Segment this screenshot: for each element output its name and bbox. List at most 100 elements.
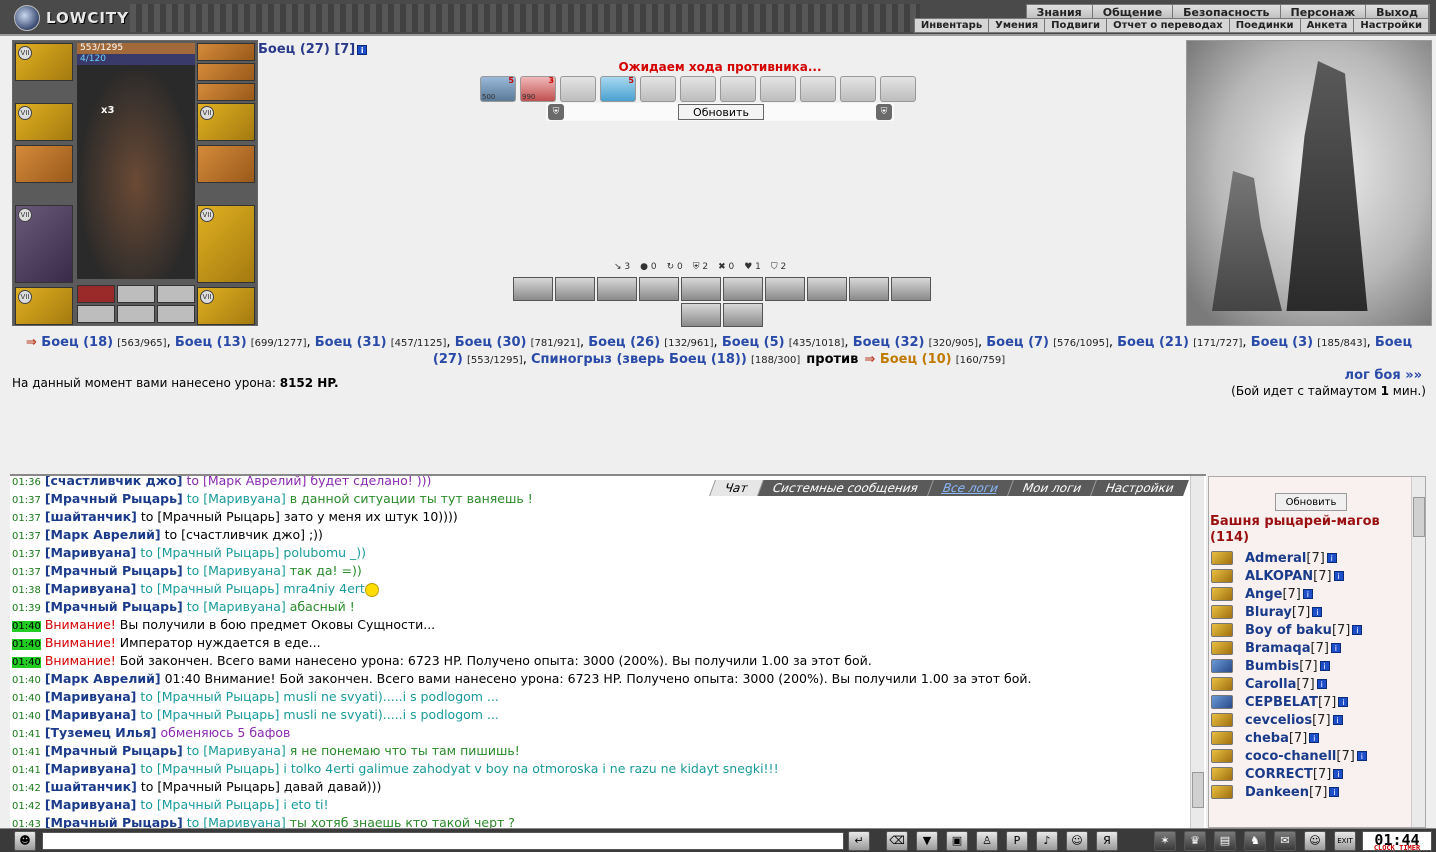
weapon-slot[interactable] [15, 145, 73, 183]
chat-sender[interactable]: [счастливчик джо] [45, 476, 183, 488]
chat-recipient[interactable]: to [Мрачный Рыцарь] [140, 689, 279, 704]
chat-time[interactable]: 01:36 [12, 477, 41, 488]
action-button[interactable] [891, 277, 931, 301]
fighter-name[interactable]: Боец (10) [880, 352, 952, 367]
chat-recipient[interactable]: to [Мрачный Рыцарь] [140, 761, 279, 776]
private-icon[interactable]: P [1006, 831, 1028, 851]
user-item[interactable]: Boy of baku [7] i [1211, 621, 1411, 639]
user-item[interactable]: cheba [7] i [1211, 729, 1411, 747]
info-icon[interactable]: i [1352, 625, 1363, 635]
skill-scroll[interactable] [800, 76, 836, 102]
helmet-slot[interactable]: VII [15, 43, 73, 81]
empty-slot[interactable] [117, 305, 155, 323]
chat-time[interactable]: 01:41 [12, 729, 41, 740]
chat-recipient[interactable]: to [Маривуана] [187, 599, 286, 614]
empty-slot[interactable] [117, 285, 155, 303]
action-button[interactable] [723, 303, 763, 327]
chat-time[interactable]: 01:39 [12, 603, 41, 614]
chat-sender[interactable]: [Марк Аврелий] [45, 671, 161, 686]
chat-sender[interactable]: [Мрачный Рыцарь] [45, 563, 183, 578]
skill-scroll[interactable]: 5 [600, 76, 636, 102]
user-name[interactable]: Admeral [1245, 551, 1306, 566]
action-button[interactable] [849, 277, 889, 301]
chat-time[interactable]: 01:41 [12, 765, 41, 776]
chat-time[interactable]: 01:40 [12, 675, 41, 686]
skill-scroll[interactable] [880, 76, 916, 102]
app-logo[interactable]: LOWCITY [14, 3, 129, 33]
fighter-name[interactable]: Боец (31) [315, 335, 387, 350]
user-name[interactable]: coco-chanell [1245, 749, 1336, 764]
chat-time[interactable]: 01:41 [12, 747, 41, 758]
chat-head-icon[interactable]: ☻ [14, 831, 36, 851]
submenu-item-6[interactable]: Настройки [1354, 19, 1429, 32]
sound-icon[interactable]: ♪ [1036, 831, 1058, 851]
user-item[interactable]: Bluray [7] i [1211, 603, 1411, 621]
chat-recipient[interactable]: to [Мрачный Рыцарь] [140, 797, 279, 812]
user-item[interactable]: Ange [7] i [1211, 585, 1411, 603]
chat-time[interactable]: 01:37 [12, 567, 41, 578]
chat-sender[interactable]: Внимание! [45, 635, 116, 650]
exit-icon[interactable]: EXIT [1334, 831, 1356, 851]
person-icon[interactable]: ♙ [976, 831, 998, 851]
fighter-name[interactable]: Боец (18) [41, 335, 113, 350]
user-name[interactable]: cevcelios [1245, 713, 1312, 728]
user-name[interactable]: Dankeen [1245, 785, 1309, 800]
chat-time[interactable]: 01:38 [12, 585, 41, 596]
chat-recipient[interactable]: to [Мрачный Рыцарь] [140, 581, 279, 596]
chat-sender[interactable]: [Маривуана] [45, 797, 137, 812]
chat-time[interactable]: 01:43 [12, 819, 41, 828]
chat-recipient[interactable]: to [Мрачный Рыцарь] [140, 707, 279, 722]
bag-icon[interactable]: ♛ [1184, 831, 1206, 851]
info-icon[interactable]: i [357, 44, 368, 55]
chat-time[interactable]: 01:37 [12, 513, 41, 524]
info-icon[interactable]: i [1330, 643, 1341, 653]
skill-scroll[interactable] [760, 76, 796, 102]
smile-icon[interactable]: ☺ [1066, 831, 1088, 851]
fighter-name[interactable]: (3) [1292, 335, 1313, 350]
action-button[interactable] [807, 277, 847, 301]
chat-time[interactable]: 01:40 [12, 693, 41, 704]
battle-log-link[interactable]: лог боя »» [1345, 368, 1422, 383]
rings-slot[interactable] [197, 83, 255, 101]
chat-time[interactable]: 01:37 [12, 531, 41, 542]
chat-sender[interactable]: [Марк Аврелий] [45, 527, 161, 542]
eraser-icon[interactable]: ⌫ [886, 831, 908, 851]
user-item[interactable]: cevcelios [7] i [1211, 711, 1411, 729]
user-item[interactable]: Admeral [7] i [1211, 549, 1411, 567]
chat-time[interactable]: 01:42 [12, 801, 41, 812]
user-item[interactable]: Bramaqa [7] i [1211, 639, 1411, 657]
skill-scroll[interactable] [840, 76, 876, 102]
user-item[interactable]: Carolla [7] i [1211, 675, 1411, 693]
user-item[interactable]: Dankeen [7] i [1211, 783, 1411, 801]
chat-sender[interactable]: [Маривуана] [45, 707, 137, 722]
skill-scroll[interactable] [720, 76, 756, 102]
user-name[interactable]: ALKOPAN [1245, 569, 1313, 584]
chat-recipient[interactable]: to [Мрачный Рыцарь] [141, 509, 280, 524]
empty-slot[interactable] [157, 305, 195, 323]
scroll-thumb[interactable] [1192, 772, 1204, 808]
empty-slot[interactable] [77, 305, 115, 323]
chat-time[interactable]: 01:40 [12, 621, 41, 632]
chat-sender[interactable]: [Маривуана] [45, 545, 137, 560]
chat-time[interactable]: 01:40 [12, 657, 41, 668]
empty-slot[interactable] [157, 285, 195, 303]
skill-scroll[interactable] [560, 76, 596, 102]
chat-tab-4[interactable]: Настройки [1090, 480, 1189, 496]
info-icon[interactable]: i [1326, 553, 1337, 563]
chat-tab-2[interactable]: Все логи [926, 480, 1013, 496]
belt-slot[interactable]: VII [15, 287, 73, 325]
boots-slot[interactable]: VII [197, 287, 255, 325]
chat-time[interactable]: 01:40 [12, 639, 41, 650]
submenu-item-5[interactable]: Анкета [1301, 19, 1355, 32]
fighter-name[interactable]: Спиногрыз (зверь Боец (18)) [531, 352, 747, 367]
info-icon[interactable]: i [1316, 679, 1327, 689]
user-name[interactable]: Carolla [1245, 677, 1296, 692]
chat-sender[interactable]: [Мрачный Рыцарь] [45, 815, 183, 828]
chat-sender[interactable]: [Мрачный Рыцарь] [45, 491, 183, 506]
submenu-item-4[interactable]: Поединки [1230, 19, 1301, 32]
user-name[interactable]: cheba [1245, 731, 1289, 746]
ring-slot[interactable] [197, 63, 255, 81]
user-name[interactable]: Bumbis [1245, 659, 1299, 674]
info-icon[interactable]: i [1312, 607, 1323, 617]
user-name[interactable]: CEPBELAT [1245, 695, 1318, 710]
